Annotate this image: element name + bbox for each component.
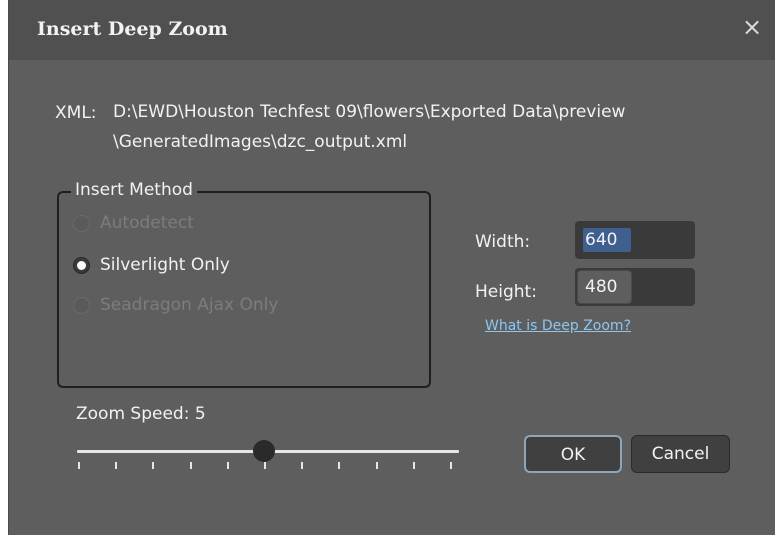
radio-silverlight-only[interactable]: Silverlight Only — [73, 255, 230, 275]
cancel-button[interactable]: Cancel — [631, 435, 730, 473]
radio-label-autodetect: Autodetect — [100, 213, 194, 233]
width-label: Width: — [475, 232, 531, 252]
title-bar: Insert Deep Zoom × — [9, 0, 775, 60]
what-is-deep-zoom-link[interactable]: What is Deep Zoom? — [485, 318, 631, 334]
ok-button[interactable]: OK — [524, 435, 622, 473]
xml-path-line-2: \GeneratedImages\dzc_output.xml — [113, 132, 408, 152]
slider-tick — [412, 462, 415, 469]
insert-method-group: Insert Method Autodetect Silverlight Onl… — [57, 180, 431, 388]
slider-tick — [226, 462, 229, 469]
zoom-speed-label: Zoom Speed: 5 — [76, 404, 206, 424]
slider-tick — [78, 462, 80, 469]
radio-seadragon-ajax-only[interactable]: Seadragon Ajax Only — [73, 295, 278, 315]
width-field[interactable] — [575, 221, 695, 259]
close-icon[interactable]: × — [737, 12, 767, 42]
zoom-speed-slider-thumb[interactable] — [253, 440, 275, 462]
radio-label-silverlight-only: Silverlight Only — [100, 255, 230, 275]
width-input[interactable] — [585, 230, 685, 250]
slider-tick — [115, 462, 118, 469]
slider-tick — [264, 462, 266, 469]
height-input[interactable] — [585, 277, 685, 297]
slider-tick — [338, 462, 341, 469]
height-field[interactable] — [575, 268, 695, 306]
height-label: Height: — [475, 282, 537, 302]
xml-path: D:\EWD\Houston Techfest 09\flowers\Expor… — [113, 97, 733, 157]
slider-tick — [301, 462, 304, 469]
radio-label-seadragon-ajax-only: Seadragon Ajax Only — [100, 295, 279, 315]
xml-label: XML: — [55, 103, 97, 123]
radio-autodetect[interactable]: Autodetect — [73, 213, 194, 233]
slider-tick — [450, 462, 452, 469]
insert-deep-zoom-dialog: Insert Deep Zoom × XML: D:\EWD\Houston T… — [8, 0, 775, 535]
radio-button-icon[interactable] — [73, 214, 90, 232]
slider-tick — [152, 462, 155, 469]
radio-button-checked-icon[interactable] — [73, 256, 90, 274]
slider-tick — [375, 462, 378, 469]
dialog-title: Insert Deep Zoom — [37, 18, 228, 40]
insert-method-legend: Insert Method — [71, 180, 197, 200]
slider-tick — [189, 462, 192, 469]
radio-button-icon[interactable] — [73, 296, 90, 314]
xml-path-line-1: D:\EWD\Houston Techfest 09\flowers\Expor… — [113, 102, 626, 122]
